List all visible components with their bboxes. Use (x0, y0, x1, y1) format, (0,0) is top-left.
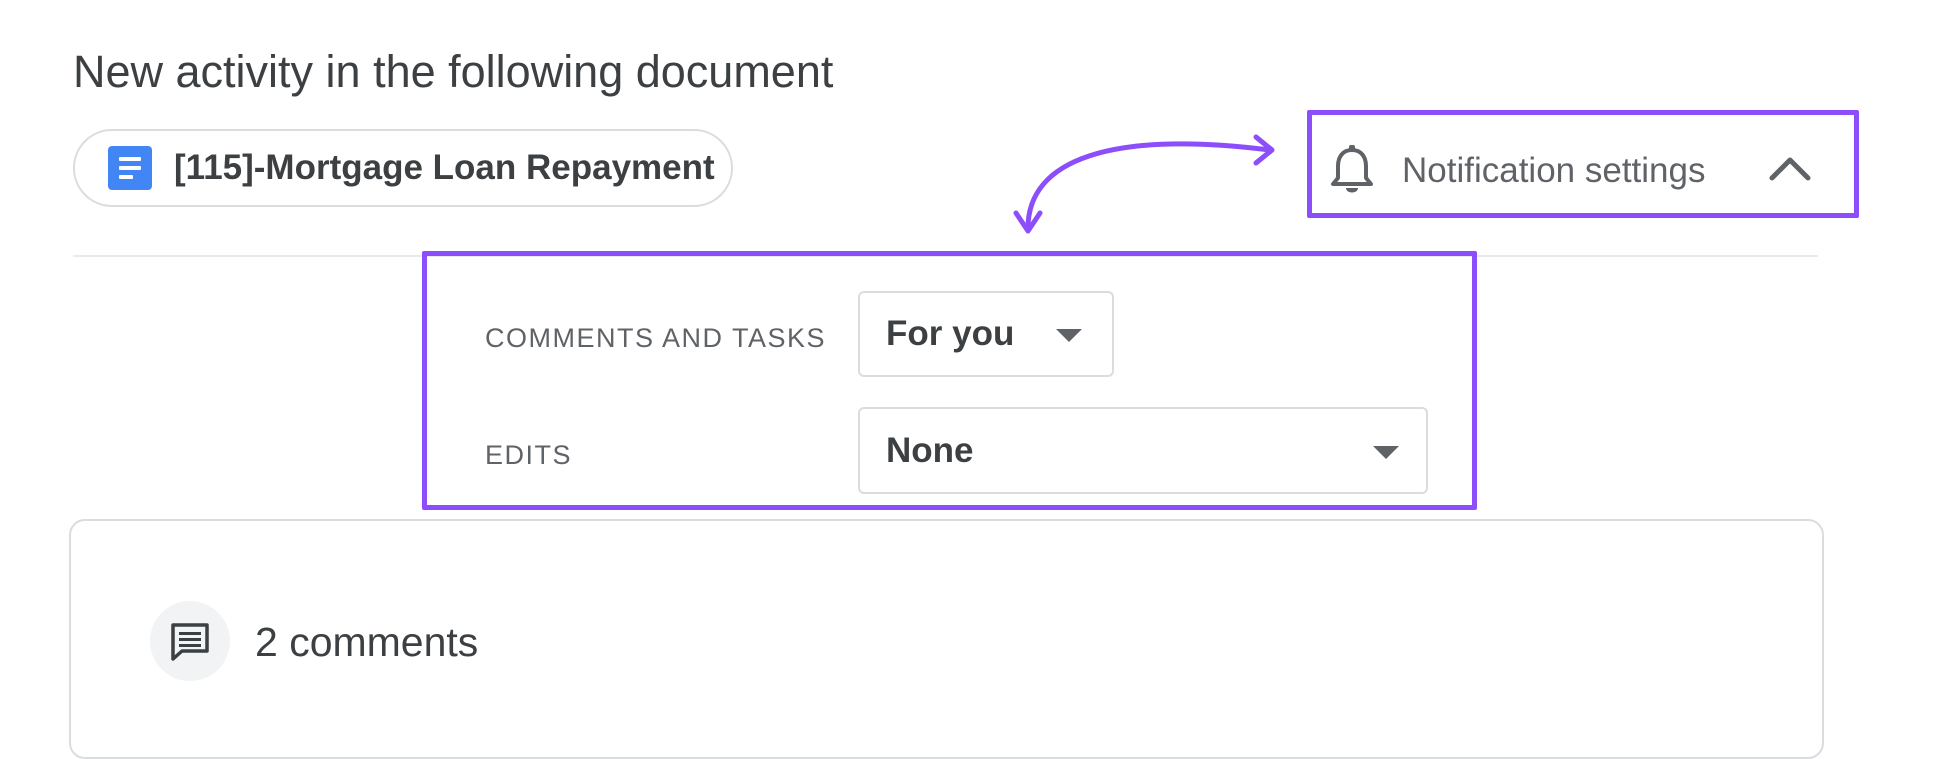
edits-value: None (886, 431, 974, 470)
page-title: New activity in the following document (73, 46, 834, 97)
comment-icon (171, 623, 209, 661)
edits-select[interactable]: None (858, 407, 1428, 494)
google-docs-icon (108, 146, 152, 190)
comments-count: 2 comments (255, 619, 479, 665)
comments-and-tasks-value: For you (886, 314, 1015, 353)
annotation-arrow-icon (1013, 134, 1275, 234)
comments-and-tasks-label: COMMENTS AND TASKS (485, 323, 827, 353)
comment-icon-badge (150, 601, 230, 681)
edits-label: EDITS (485, 440, 573, 470)
caret-down-icon (1056, 329, 1082, 342)
chevron-up-icon[interactable] (1768, 154, 1812, 182)
document-chip[interactable]: [115]-Mortgage Loan Repayment (73, 129, 733, 207)
caret-down-icon (1373, 446, 1399, 459)
bell-icon (1331, 145, 1373, 193)
document-title: [115]-Mortgage Loan Repayment (174, 148, 715, 187)
notification-settings-toggle[interactable]: Notification settings (1402, 150, 1705, 192)
comments-and-tasks-select[interactable]: For you (858, 291, 1114, 377)
